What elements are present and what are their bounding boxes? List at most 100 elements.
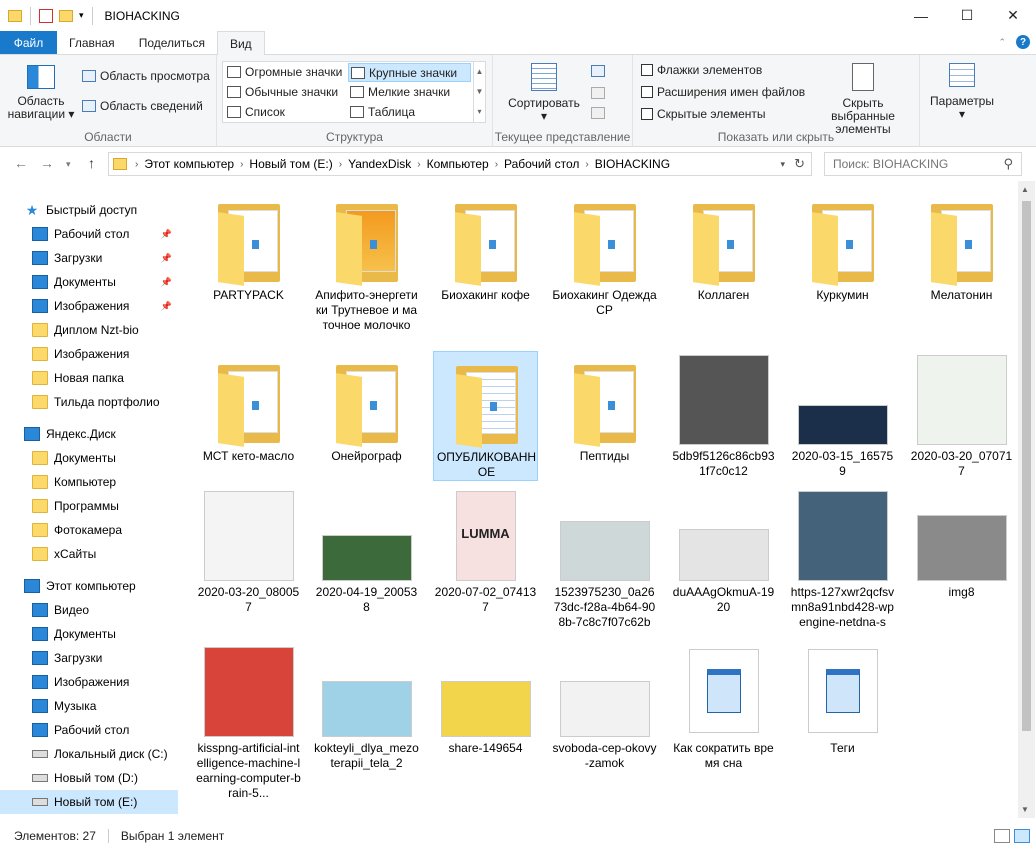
sidebar-item[interactable]: Загрузки [0,646,178,670]
new-folder-icon[interactable] [59,9,73,22]
sidebar-item[interactable]: Изображения [0,670,178,694]
sidebar-item[interactable]: Документы 📌 [0,270,178,294]
scroll-up-icon[interactable]: ▲ [1021,185,1029,194]
tab-share[interactable]: Поделиться [127,31,217,54]
large-icons-option[interactable]: Крупные значки [348,63,471,82]
hide-selected-button[interactable]: Скрыть выбранные элементы [809,63,917,136]
file-tile[interactable]: Биохакинг кофе [433,190,538,320]
recent-chevron-icon[interactable]: ▾ [66,159,71,170]
sidebar-item[interactable]: Загрузки 📌 [0,246,178,270]
sidebar-item[interactable]: Рабочий стол 📌 [0,222,178,246]
breadcrumb-yandexdisk[interactable]: YandexDisk [342,157,417,171]
size-columns-icon[interactable] [591,107,605,119]
gallery-scroll[interactable]: ▲ ▼ ▾ [473,62,485,122]
sidebar-item[interactable]: Этот компьютер [0,574,178,598]
breadcrumb-drive-e[interactable]: Новый том (E:) [243,157,338,171]
file-tile[interactable]: kokteyli_dlya_mezoterapii_tela_2 [314,643,419,773]
sidebar-item[interactable]: ★ Быстрый доступ [0,198,178,222]
file-extensions-toggle[interactable]: Расширения имен файлов [641,85,805,99]
sidebar-item[interactable]: Документы [0,446,178,470]
file-tile[interactable]: 5db9f5126c86cb931f7c0c12 [671,351,776,481]
sidebar-item[interactable]: Новый том (D:) [0,766,178,790]
checkbox[interactable] [641,86,653,98]
file-tile[interactable]: ОПУБЛИКОВАННОЕ [433,351,538,481]
sidebar-item[interactable]: Тильда портфолио [0,390,178,414]
sidebar-item[interactable]: Рабочий стол [0,718,178,742]
sidebar-item[interactable]: Диплом Nzt-bio [0,318,178,342]
sidebar-item[interactable]: Видео [0,598,178,622]
sidebar-item[interactable]: Компьютер [0,470,178,494]
add-columns-icon[interactable] [591,87,605,99]
details-option[interactable]: Таблица [350,105,415,119]
extra-large-icons-option[interactable]: Огромные значки [227,65,342,79]
breadcrumb-desktop[interactable]: Рабочий стол [498,157,585,171]
sidebar-item[interactable]: Новый том (E:) [0,790,178,814]
sidebar-item[interactable]: Документы [0,622,178,646]
close-button[interactable]: ✕ [990,0,1036,31]
file-tile[interactable]: img8 [909,487,1014,617]
file-tile[interactable]: МСТ кето-масло [196,351,301,481]
search-icon[interactable]: ⚲ [1003,156,1013,172]
file-tile[interactable]: Теги [790,643,895,773]
sort-button[interactable]: Сортировать ▾ [507,63,581,123]
file-tile[interactable]: Как сократить время сна [671,643,776,773]
details-view-icon[interactable] [994,828,1010,843]
back-arrow-icon[interactable]: ← [14,155,28,171]
breadcrumb-computer[interactable]: Компьютер [421,157,495,171]
forward-arrow-icon[interactable]: → [40,155,54,171]
address-dropdown-icon[interactable]: ▾ [780,159,785,170]
file-tile[interactable]: Онейрограф [314,351,419,481]
search-input[interactable] [833,157,993,171]
sidebar-item[interactable]: Яндекс.Диск [0,422,178,446]
sidebar-item[interactable]: Фотокамера [0,518,178,542]
pin-icon[interactable]: 📌 [161,253,172,264]
large-icons-view-icon[interactable] [1014,828,1030,843]
file-tile[interactable]: 2020-04-19_200538 [314,487,419,617]
tab-view[interactable]: Вид [216,31,265,56]
sidebar-item[interactable]: Локальный диск (C:) [0,742,178,766]
preview-pane-button[interactable]: Область просмотра [82,69,210,83]
search-box[interactable]: ⚲ [824,152,1022,176]
file-tile[interactable]: 2020-03-20_070717 [909,351,1014,481]
up-arrow-icon[interactable]: ↑ [88,155,95,171]
pin-icon[interactable]: 📌 [161,301,172,312]
file-tile[interactable]: https-127xwr2qcfsvmn8a91nbd428-wpengine-… [790,487,895,629]
sidebar-item[interactable]: Программы [0,494,178,518]
address-field[interactable]: › Этот компьютер › Новый том (E:) › Yand… [108,152,812,176]
scroll-thumb[interactable] [1022,201,1031,731]
file-tile[interactable]: Куркумин [790,190,895,320]
details-pane-button[interactable]: Область сведений [82,99,203,113]
nav-pane-button[interactable]: Область навигации ▾ [6,65,76,121]
properties-icon[interactable] [39,8,53,23]
file-tile[interactable]: duAAAgOkmuA-1920 [671,487,776,617]
item-checkboxes-toggle[interactable]: Флажки элементов [641,63,762,77]
help-icon[interactable]: ? [1016,35,1030,49]
tab-file[interactable]: Файл [0,31,57,54]
sidebar-item[interactable]: Музыка [0,694,178,718]
maximize-button[interactable]: ☐ [944,0,990,31]
tab-home[interactable]: Главная [57,31,127,54]
sidebar-item[interactable]: Изображения 📌 [0,294,178,318]
file-tile[interactable]: svoboda-cep-okovy-zamok [552,643,657,773]
pin-icon[interactable]: 📌 [161,277,172,288]
sidebar-item[interactable]: Новая папка [0,366,178,390]
content-scrollbar[interactable]: ▲ ▼ [1018,181,1035,818]
list-option[interactable]: Список [227,105,285,119]
file-tile[interactable]: kisspng-artificial-intelligence-machine-… [196,643,301,800]
file-tile[interactable]: Пептиды [552,351,657,481]
checkbox[interactable] [641,108,653,120]
file-tile[interactable]: Мелатонин [909,190,1014,320]
refresh-icon[interactable]: ↻ [794,156,805,172]
checkbox[interactable] [641,64,653,76]
options-button[interactable]: Параметры ▾ [926,63,998,121]
file-tile[interactable]: LUMMA 2020-07-02_074137 [433,487,538,617]
file-tile[interactable]: Апифито-энергетики Трутневое и маточное … [314,190,419,332]
pin-icon[interactable]: 📌 [161,229,172,240]
sidebar-item[interactable]: хСайты [0,542,178,566]
file-tile[interactable]: Биохакинг Одежда СР [552,190,657,320]
collapse-ribbon-icon[interactable]: ⌃ [998,37,1006,48]
breadcrumb-this-pc[interactable]: Этот компьютер [138,157,240,171]
file-tile[interactable]: share-149654 [433,643,538,773]
file-tile[interactable]: 2020-03-20_080057 [196,487,301,617]
medium-icons-option[interactable]: Обычные значки [227,85,338,99]
